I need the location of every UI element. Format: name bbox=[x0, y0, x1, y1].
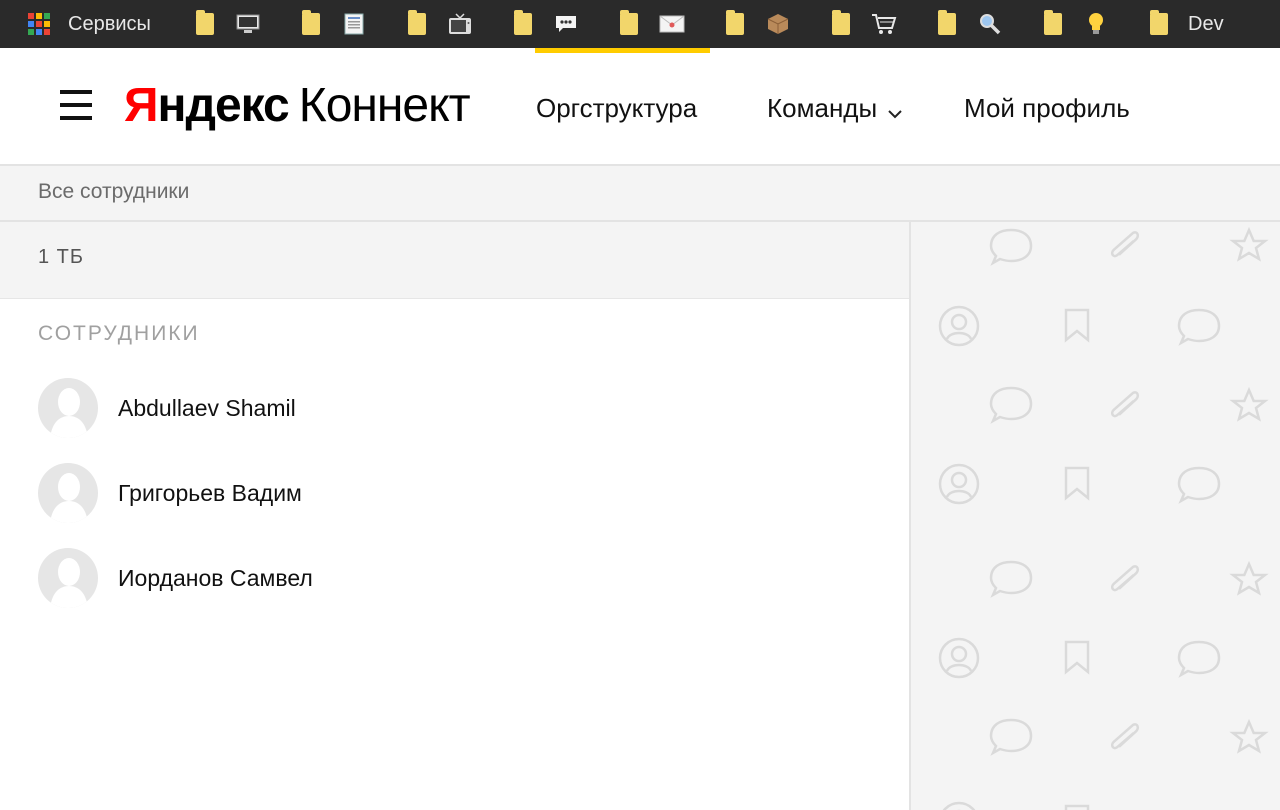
user-circle-icon bbox=[938, 801, 980, 810]
employees-section-title: СОТРУДНИКИ bbox=[38, 322, 200, 345]
folder-icon bbox=[1150, 10, 1168, 35]
user-circle-icon bbox=[938, 637, 980, 679]
bookmark-mail[interactable] bbox=[620, 0, 726, 48]
bookmark-services[interactable]: Сервисы bbox=[0, 0, 196, 48]
bookmark-chat[interactable] bbox=[514, 0, 620, 48]
bookmark-icon bbox=[1064, 640, 1090, 674]
document-icon bbox=[340, 12, 368, 36]
box-icon bbox=[764, 12, 792, 36]
employee-name: Abdullaev Shamil bbox=[118, 394, 296, 421]
chat-bubble-icon bbox=[1177, 308, 1221, 345]
decorative-pattern-panel bbox=[909, 222, 1280, 810]
paperclip-icon bbox=[1110, 561, 1140, 595]
logo-text-connect: Коннект bbox=[298, 79, 471, 132]
folder-icon bbox=[726, 10, 744, 35]
star-icon bbox=[1231, 228, 1267, 261]
logo-text-yandex: ндекс bbox=[157, 79, 290, 132]
chat-bubble-icon bbox=[1177, 466, 1221, 503]
breadcrumb: Все сотрудники bbox=[0, 166, 1280, 222]
bookmark-tv[interactable] bbox=[408, 0, 514, 48]
chat-bubble-icon bbox=[989, 228, 1033, 265]
star-icon bbox=[1231, 562, 1267, 595]
chat-bubble-icon bbox=[989, 718, 1033, 755]
department-header: 1 ТБ bbox=[0, 222, 909, 299]
avatar bbox=[38, 378, 98, 438]
chat-bubble-icon bbox=[1177, 640, 1221, 677]
bookmark-dev-label: Dev bbox=[1188, 12, 1224, 35]
bookmark-monitor[interactable] bbox=[196, 0, 302, 48]
logo-letter-ya: Я bbox=[124, 79, 158, 132]
bookmark-box[interactable] bbox=[726, 0, 832, 48]
bookmark-icon bbox=[1064, 804, 1090, 810]
nav-teams-label: Команды bbox=[767, 93, 878, 123]
folder-icon bbox=[302, 10, 320, 35]
folder-icon bbox=[938, 10, 956, 35]
folder-icon bbox=[196, 10, 214, 35]
chat-bubble-icon bbox=[989, 386, 1033, 423]
cart-icon bbox=[870, 12, 898, 36]
folder-icon bbox=[620, 10, 638, 35]
apps-grid-icon bbox=[28, 13, 50, 35]
app-header: Яндекс Коннект Оргструктура Команды Мой п… bbox=[0, 48, 1280, 166]
tv-icon bbox=[446, 12, 474, 36]
avatar bbox=[38, 463, 98, 523]
mail-icon bbox=[658, 12, 686, 36]
breadcrumb-all-employees[interactable]: Все сотрудники bbox=[38, 180, 189, 204]
employee-row[interactable]: Abdullaev Shamil bbox=[38, 378, 878, 438]
employee-row[interactable]: Григорьев Вадим bbox=[38, 463, 878, 523]
user-circle-icon bbox=[938, 305, 980, 347]
bookmark-search[interactable] bbox=[938, 0, 1044, 48]
bookmark-icon bbox=[1064, 466, 1090, 500]
yandex-connect-logo[interactable]: Яндекс Коннект bbox=[124, 76, 471, 136]
bookmarks-bar: Сервисы Dev bbox=[0, 0, 1280, 48]
user-silhouette-icon bbox=[50, 388, 88, 438]
paperclip-icon bbox=[1110, 719, 1140, 753]
user-silhouette-icon bbox=[50, 558, 88, 608]
folder-icon bbox=[1044, 10, 1062, 35]
avatar bbox=[38, 548, 98, 608]
bookmark-document[interactable] bbox=[302, 0, 408, 48]
employee-list-panel: 1 ТБ СОТРУДНИКИ Abdullaev Shamil Григорь… bbox=[0, 222, 909, 810]
magnifier-icon bbox=[976, 12, 1004, 36]
bookmark-dev[interactable]: Dev bbox=[1150, 0, 1224, 48]
bookmark-ideas[interactable] bbox=[1044, 0, 1150, 48]
hamburger-menu-icon[interactable] bbox=[60, 90, 92, 120]
employee-name: Григорьев Вадим bbox=[118, 479, 302, 506]
department-name: 1 ТБ bbox=[38, 246, 85, 268]
folder-icon bbox=[514, 10, 532, 35]
employee-name: Иорданов Самвел bbox=[118, 564, 313, 591]
pattern-background bbox=[938, 227, 1267, 810]
star-icon bbox=[1231, 720, 1267, 753]
folder-icon bbox=[408, 10, 426, 35]
employee-row[interactable]: Иорданов Самвел bbox=[38, 548, 878, 608]
chat-icon bbox=[552, 12, 580, 36]
bookmark-services-label: Сервисы bbox=[68, 12, 151, 35]
paperclip-icon bbox=[1110, 387, 1140, 421]
paperclip-icon bbox=[1110, 227, 1140, 261]
lightbulb-icon bbox=[1082, 12, 1110, 36]
monitor-icon bbox=[234, 12, 262, 36]
active-nav-indicator bbox=[535, 48, 710, 53]
bookmark-cart[interactable] bbox=[832, 0, 938, 48]
user-silhouette-icon bbox=[50, 473, 88, 523]
nav-orgstructure[interactable]: Оргструктура bbox=[536, 88, 697, 128]
chat-bubble-icon bbox=[989, 560, 1033, 597]
nav-teams[interactable]: Команды bbox=[767, 88, 903, 130]
chevron-down-icon bbox=[887, 90, 903, 130]
user-circle-icon bbox=[938, 463, 980, 505]
nav-my-profile[interactable]: Мой профиль bbox=[964, 88, 1130, 128]
star-icon bbox=[1231, 388, 1267, 421]
folder-icon bbox=[832, 10, 850, 35]
bookmark-icon bbox=[1064, 308, 1090, 342]
